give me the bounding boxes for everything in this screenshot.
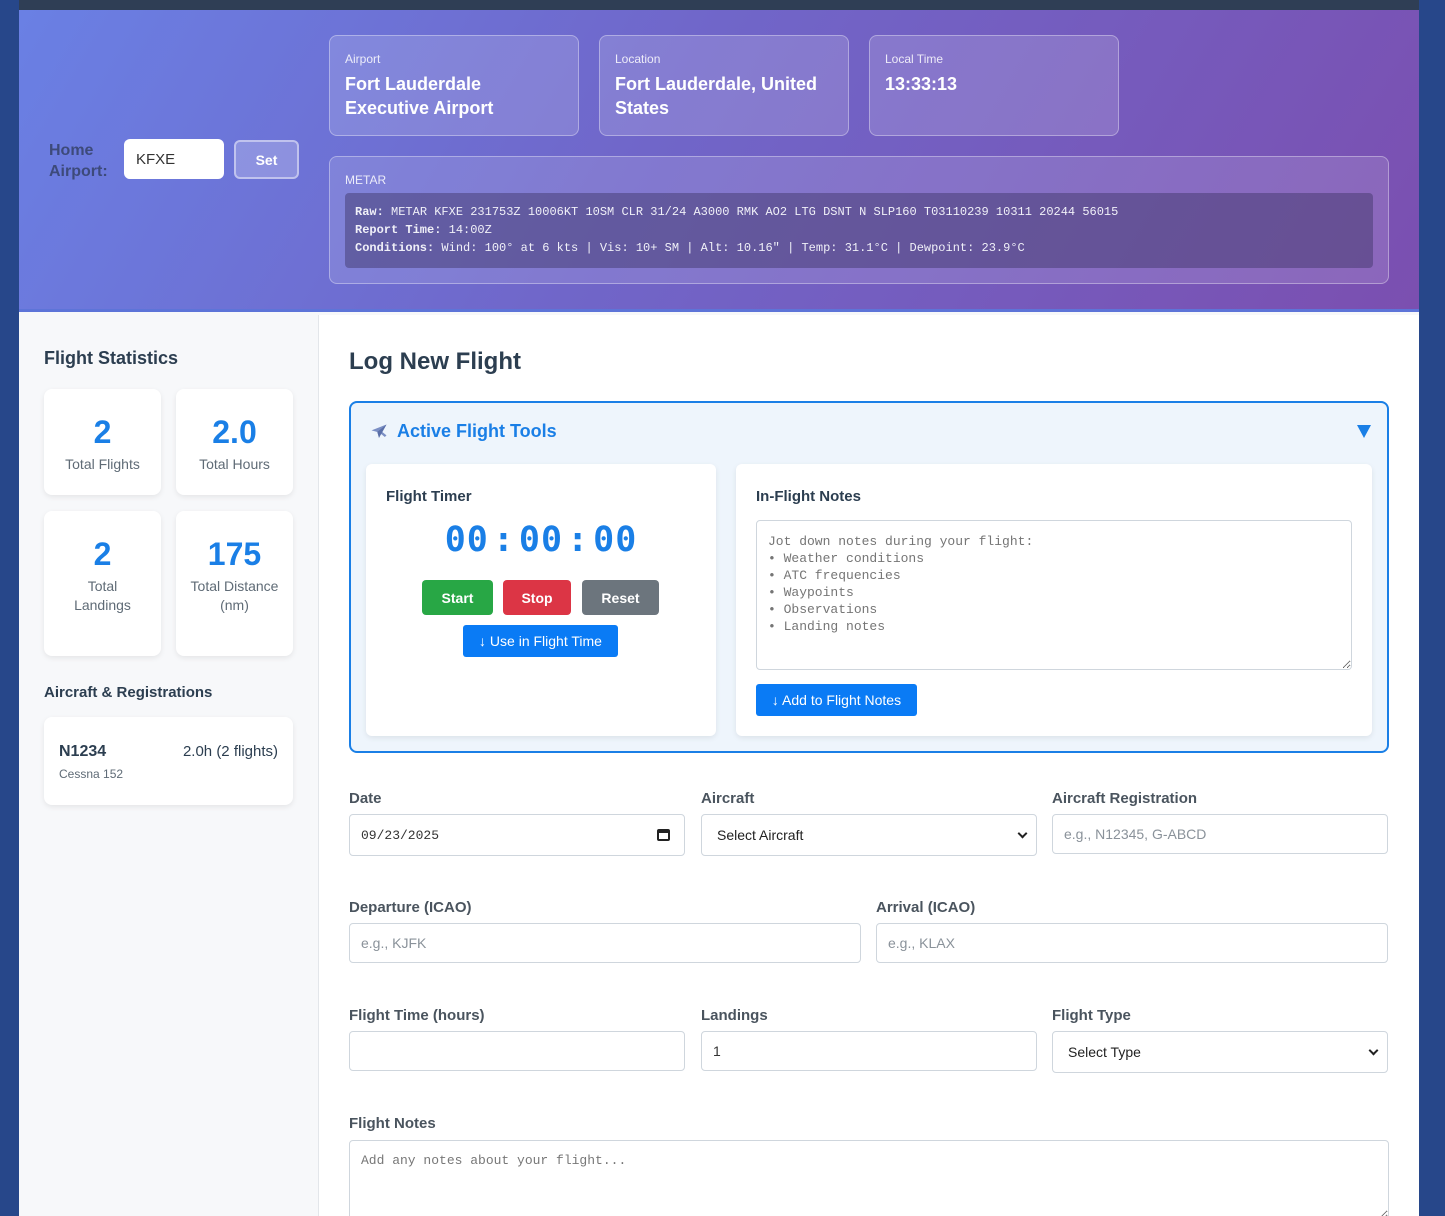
date-label: Date [349,790,382,807]
in-flight-notes-card: In-Flight Notes ↓ Add to Flight Notes [736,464,1372,736]
airport-label: Airport [345,52,381,66]
departure-input[interactable] [349,923,861,963]
chevron-down-icon [1368,1045,1379,1055]
local-time-label: Local Time [885,52,944,66]
metar-report-label: Report Time: [355,223,442,237]
tools-header[interactable]: Active Flight Tools [369,421,557,442]
aircraft-item[interactable]: N1234 Cessna 152 2.0h (2 flights) [44,717,293,805]
metar-card: METAR Raw: METAR KFXE 231753Z 10006KT 10… [329,156,1389,284]
notes-title: In-Flight Notes [756,488,861,505]
stat-card-total-landings: 2 Total Landings [44,511,161,656]
flight-type-select[interactable]: Select Type [1052,1031,1388,1073]
flight-time-label: Flight Time (hours) [349,1007,485,1024]
aircraft-select[interactable]: Select Aircraft [701,814,1037,856]
flight-time-input[interactable] [349,1031,685,1071]
stat-card-total-distance: 175 Total Distance (nm) [176,511,293,656]
timer-display: 00:00:00 [366,520,716,560]
sidebar: Flight Statistics 2 Total Flights 2.0 To… [19,315,319,1216]
airplane-icon [371,424,387,438]
flight-type-label: Flight Type [1052,1007,1131,1024]
timer-title: Flight Timer [386,488,472,505]
home-airport-label: Home Airport: [49,142,108,180]
aircraft-label: Aircraft [701,790,755,807]
stat-value: 2 [93,414,112,450]
header: Home Airport: Set Airport Fort Lauderdal… [19,10,1419,312]
flight-timer-card: Flight Timer 00:00:00 Start Stop Reset ↓… [366,464,716,736]
tools-title: Active Flight Tools [397,421,557,441]
timer-hours: 00 [444,520,489,560]
metar-report-time: 14:00Z [448,223,492,237]
stat-card-total-hours: 2.0 Total Hours [176,389,293,495]
metar-conditions-line: Conditions: Wind: 100° at 6 kts | Vis: 1… [355,239,1363,257]
timer-stop-button[interactable]: Stop [503,580,571,615]
local-time-card: Local Time 13:33:13 [869,35,1119,136]
add-to-flight-notes-button[interactable]: ↓ Add to Flight Notes [756,684,917,716]
aircraft-registration: N1234 [59,743,107,760]
metar-conditions: Wind: 100° at 6 kts | Vis: 10+ SM | Alt:… [441,241,1025,255]
registration-input[interactable] [1052,814,1388,854]
metar-conditions-label: Conditions: [355,241,435,255]
aircraft-selected: Select Aircraft [717,827,804,843]
set-home-airport-button[interactable]: Set [234,140,299,179]
aircraft-type: Cessna 152 [59,767,124,781]
stat-value: 175 [207,536,262,572]
date-value: 09/23/2025 [361,827,440,843]
app: Home Airport: Set Airport Fort Lauderdal… [19,10,1419,1216]
location-label: Location [615,52,661,66]
landings-label: Landings [701,1007,768,1024]
stat-value: 2 [93,536,112,572]
date-input[interactable]: 09/23/2025 [349,814,685,856]
aircraft-summary: 2.0h (2 flights) [182,743,278,760]
in-flight-notes-textarea[interactable] [756,520,1352,670]
arrival-label: Arrival (ICAO) [876,899,976,916]
arrival-input[interactable] [876,923,1388,963]
aircraft-title: Aircraft & Registrations [44,684,213,701]
flight-type-selected: Select Type [1068,1044,1141,1060]
flight-notes-label: Flight Notes [349,1115,436,1132]
stat-label: Total Distance (nm) [190,578,279,613]
metar-raw: METAR KFXE 231753Z 10006KT 10SM CLR 31/2… [391,205,1119,219]
timer-seconds: 00 [593,520,638,560]
stat-label: Total Flights [65,456,140,472]
active-flight-tools: Active Flight Tools Flight Timer 00:00:0… [349,401,1389,753]
location-value: Fort Lauderdale, United States [615,74,818,118]
main-panel: Log New Flight Active Flight Tools Fligh… [319,315,1419,1216]
home-airport-input[interactable] [124,139,224,179]
metar-report-line: Report Time: 14:00Z [355,221,1363,239]
registration-label: Aircraft Registration [1052,790,1198,807]
flight-notes-textarea[interactable] [349,1140,1389,1216]
metar-label: METAR [345,173,387,187]
stat-value: 2.0 [212,414,257,450]
stats-title: Flight Statistics [44,348,179,368]
departure-label: Departure (ICAO) [349,899,472,916]
location-card: Location Fort Lauderdale, United States [599,35,849,136]
metar-raw-line: Raw: METAR KFXE 231753Z 10006KT 10SM CLR… [355,203,1363,221]
landings-input[interactable] [701,1031,1037,1071]
page-title: Log New Flight [349,348,521,375]
triangle-down-icon[interactable] [1357,425,1371,438]
timer-reset-button[interactable]: Reset [582,580,659,615]
timer-minutes: 00 [518,520,564,560]
timer-separator: : [492,520,515,560]
airport-card: Airport Fort Lauderdale Executive Airpor… [329,35,579,136]
timer-separator: : [567,520,590,560]
chevron-down-icon [1017,828,1028,838]
airport-name: Fort Lauderdale Executive Airport [345,74,494,118]
stat-label: Total Landings [74,578,131,613]
stat-label: Total Hours [199,456,270,472]
calendar-icon[interactable] [657,829,670,841]
use-in-flight-time-button[interactable]: ↓ Use in Flight Time [463,625,618,657]
metar-raw-label: Raw: [355,205,384,219]
window-top-strip [19,0,1419,10]
metar-box: Raw: METAR KFXE 231753Z 10006KT 10SM CLR… [345,193,1373,268]
timer-start-button[interactable]: Start [422,580,493,615]
stat-card-total-flights: 2 Total Flights [44,389,161,495]
local-time-value: 13:33:13 [885,74,958,94]
